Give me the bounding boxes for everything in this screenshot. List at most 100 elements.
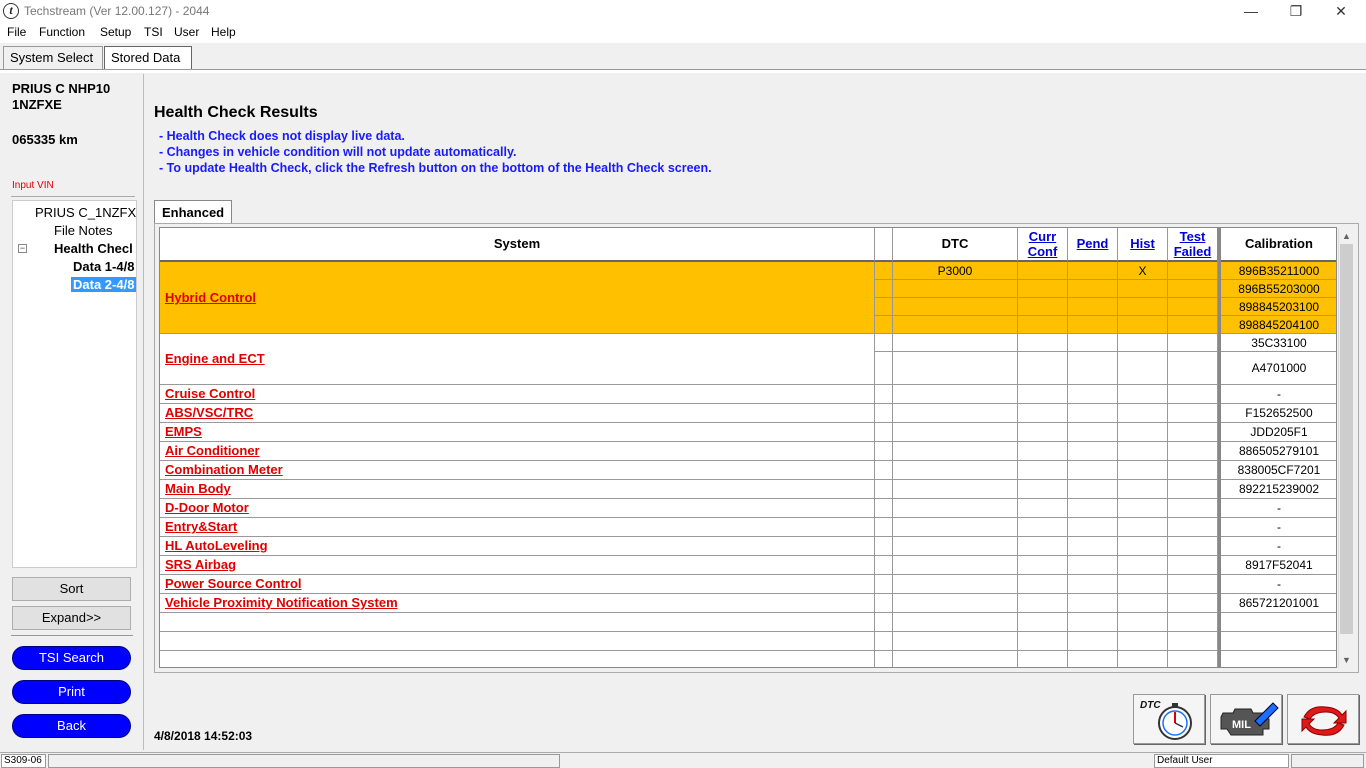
table-row[interactable]: Power Source Control xyxy=(160,575,875,594)
menu-function[interactable]: Function xyxy=(39,25,85,39)
menu-tsi[interactable]: TSI xyxy=(144,25,163,39)
menu-help[interactable]: Help xyxy=(211,25,236,39)
header-hist-link[interactable]: Hist xyxy=(1130,236,1155,251)
maximize-button[interactable]: ❐ xyxy=(1273,0,1319,23)
system-link-hybrid-control[interactable]: Hybrid Control xyxy=(165,290,256,305)
system-link[interactable]: ABS/VSC/TRC xyxy=(165,405,253,420)
table-row[interactable]: Cruise Control xyxy=(160,385,875,404)
menu-user[interactable]: User xyxy=(174,25,199,39)
dtc-check-button[interactable]: DTC xyxy=(1133,694,1205,744)
system-link-engine-ect[interactable]: Engine and ECT xyxy=(165,351,265,366)
table-row[interactable]: HL AutoLeveling xyxy=(160,537,875,556)
system-link[interactable]: Cruise Control xyxy=(165,386,255,401)
tab-enhanced[interactable]: Enhanced xyxy=(154,200,233,224)
system-link[interactable]: Main Body xyxy=(165,481,231,496)
row-cell-blank xyxy=(875,404,893,423)
row-cell-test xyxy=(1168,594,1218,613)
system-link[interactable]: HL AutoLeveling xyxy=(165,538,268,553)
table-row[interactable]: ABS/VSC/TRC xyxy=(160,404,875,423)
row-cell-hist xyxy=(1118,385,1168,404)
table-row[interactable]: Air Conditioner xyxy=(160,442,875,461)
hybrid-cell-pend xyxy=(1068,298,1118,316)
menu-file[interactable]: File xyxy=(7,25,26,39)
calibration-id: 896B55203000 xyxy=(1238,282,1320,296)
scroll-up-icon[interactable]: ▲ xyxy=(1340,229,1353,243)
header-pend-link[interactable]: Pend xyxy=(1077,236,1109,251)
row-cell-curr xyxy=(1018,461,1068,480)
row-cell-test xyxy=(1168,461,1218,480)
header-conf-link[interactable]: Conf xyxy=(1018,244,1067,259)
collapse-icon[interactable]: − xyxy=(18,244,27,253)
row-cell-test xyxy=(1168,499,1218,518)
row-cell-pend xyxy=(1068,556,1118,575)
table-row[interactable]: Vehicle Proximity Notification System xyxy=(160,594,875,613)
table-row[interactable]: SRS Airbag xyxy=(160,556,875,575)
refresh-button[interactable] xyxy=(1287,694,1359,744)
table-row-hybrid[interactable]: Hybrid Control xyxy=(160,262,875,334)
row-cell-curr xyxy=(1018,423,1068,442)
hybrid-cell-cal: 898845204100 xyxy=(1221,316,1336,334)
hybrid-cell-test xyxy=(1168,298,1218,316)
expand-button[interactable]: Expand>> xyxy=(12,606,131,630)
input-vin-link[interactable]: Input VIN xyxy=(12,180,54,191)
tab-stored-data[interactable]: Stored Data xyxy=(104,46,192,69)
header-curr-conf[interactable]: Curr Conf xyxy=(1018,228,1068,262)
system-link[interactable]: Power Source Control xyxy=(165,576,302,591)
tree-root[interactable]: PRIUS C_1NZFX xyxy=(35,205,136,220)
tree-data-1[interactable]: Data 1-4/8 xyxy=(73,259,134,274)
hybrid-cell-dtc xyxy=(893,280,1018,298)
sort-button[interactable]: Sort xyxy=(12,577,131,601)
mil-button[interactable]: MIL xyxy=(1210,694,1282,744)
menu-setup[interactable]: Setup xyxy=(100,25,131,39)
header-failed-link[interactable]: Failed xyxy=(1168,244,1217,259)
row-cell-pend xyxy=(1068,442,1118,461)
main-tab-bar: System Select Stored Data xyxy=(0,43,1366,70)
header-hist[interactable]: Hist xyxy=(1118,228,1168,262)
hybrid-cell-cal: 896B55203000 xyxy=(1221,280,1336,298)
engine-mil-icon: MIL xyxy=(1220,702,1279,736)
system-link[interactable]: D-Door Motor xyxy=(165,500,249,515)
scroll-thumb[interactable] xyxy=(1340,244,1353,634)
hybrid-cell-hist: X xyxy=(1118,262,1168,280)
tab-system-select[interactable]: System Select xyxy=(3,46,103,69)
hybrid-cell-curr xyxy=(1018,262,1068,280)
empty-cell xyxy=(1018,651,1068,667)
table-row[interactable]: D-Door Motor xyxy=(160,499,875,518)
system-link[interactable]: Vehicle Proximity Notification System xyxy=(165,595,398,610)
dtc-icon-label: DTC xyxy=(1140,700,1161,711)
info-note: - Health Check does not display live dat… xyxy=(159,129,405,143)
table-row[interactable]: EMPS xyxy=(160,423,875,442)
tree-data-2-selected[interactable]: Data 2-4/8 xyxy=(71,277,136,292)
hybrid-cell-blank xyxy=(875,316,893,334)
tsi-search-button[interactable]: TSI Search xyxy=(12,646,131,670)
table-row[interactable]: Main Body xyxy=(160,480,875,499)
empty-cell xyxy=(1018,613,1068,632)
row-cell-test xyxy=(1168,423,1218,442)
row-cell-hist xyxy=(1118,518,1168,537)
system-link[interactable]: EMPS xyxy=(165,424,202,439)
empty-cell xyxy=(1118,613,1168,632)
tree-file-notes[interactable]: File Notes xyxy=(54,223,113,238)
print-button[interactable]: Print xyxy=(12,680,131,704)
tree-health-check[interactable]: Health Checl xyxy=(54,241,133,256)
back-button[interactable]: Back xyxy=(12,714,131,738)
row-cell-hist xyxy=(1118,423,1168,442)
row-cell-cal: F152652500 xyxy=(1221,404,1336,423)
hybrid-cell-pend xyxy=(1068,262,1118,280)
minimize-button[interactable]: — xyxy=(1228,0,1274,23)
header-test-failed[interactable]: Test Failed xyxy=(1168,228,1218,262)
system-link[interactable]: Entry&Start xyxy=(165,519,237,534)
header-curr-link[interactable]: Curr xyxy=(1018,229,1067,244)
scroll-down-icon[interactable]: ▼ xyxy=(1340,653,1353,667)
table-row[interactable]: Combination Meter xyxy=(160,461,875,480)
header-pend[interactable]: Pend xyxy=(1068,228,1118,262)
system-link[interactable]: Combination Meter xyxy=(165,462,283,477)
calibration-id: 896B35211000 xyxy=(1238,264,1320,278)
system-link[interactable]: SRS Airbag xyxy=(165,557,236,572)
system-link[interactable]: Air Conditioner xyxy=(165,443,260,458)
close-button[interactable]: ✕ xyxy=(1318,0,1364,23)
table-row-engine[interactable]: Engine and ECT xyxy=(160,334,875,385)
engine-cell-cal: A4701000 xyxy=(1221,352,1336,385)
header-test-link[interactable]: Test xyxy=(1168,229,1217,244)
table-row[interactable]: Entry&Start xyxy=(160,518,875,537)
